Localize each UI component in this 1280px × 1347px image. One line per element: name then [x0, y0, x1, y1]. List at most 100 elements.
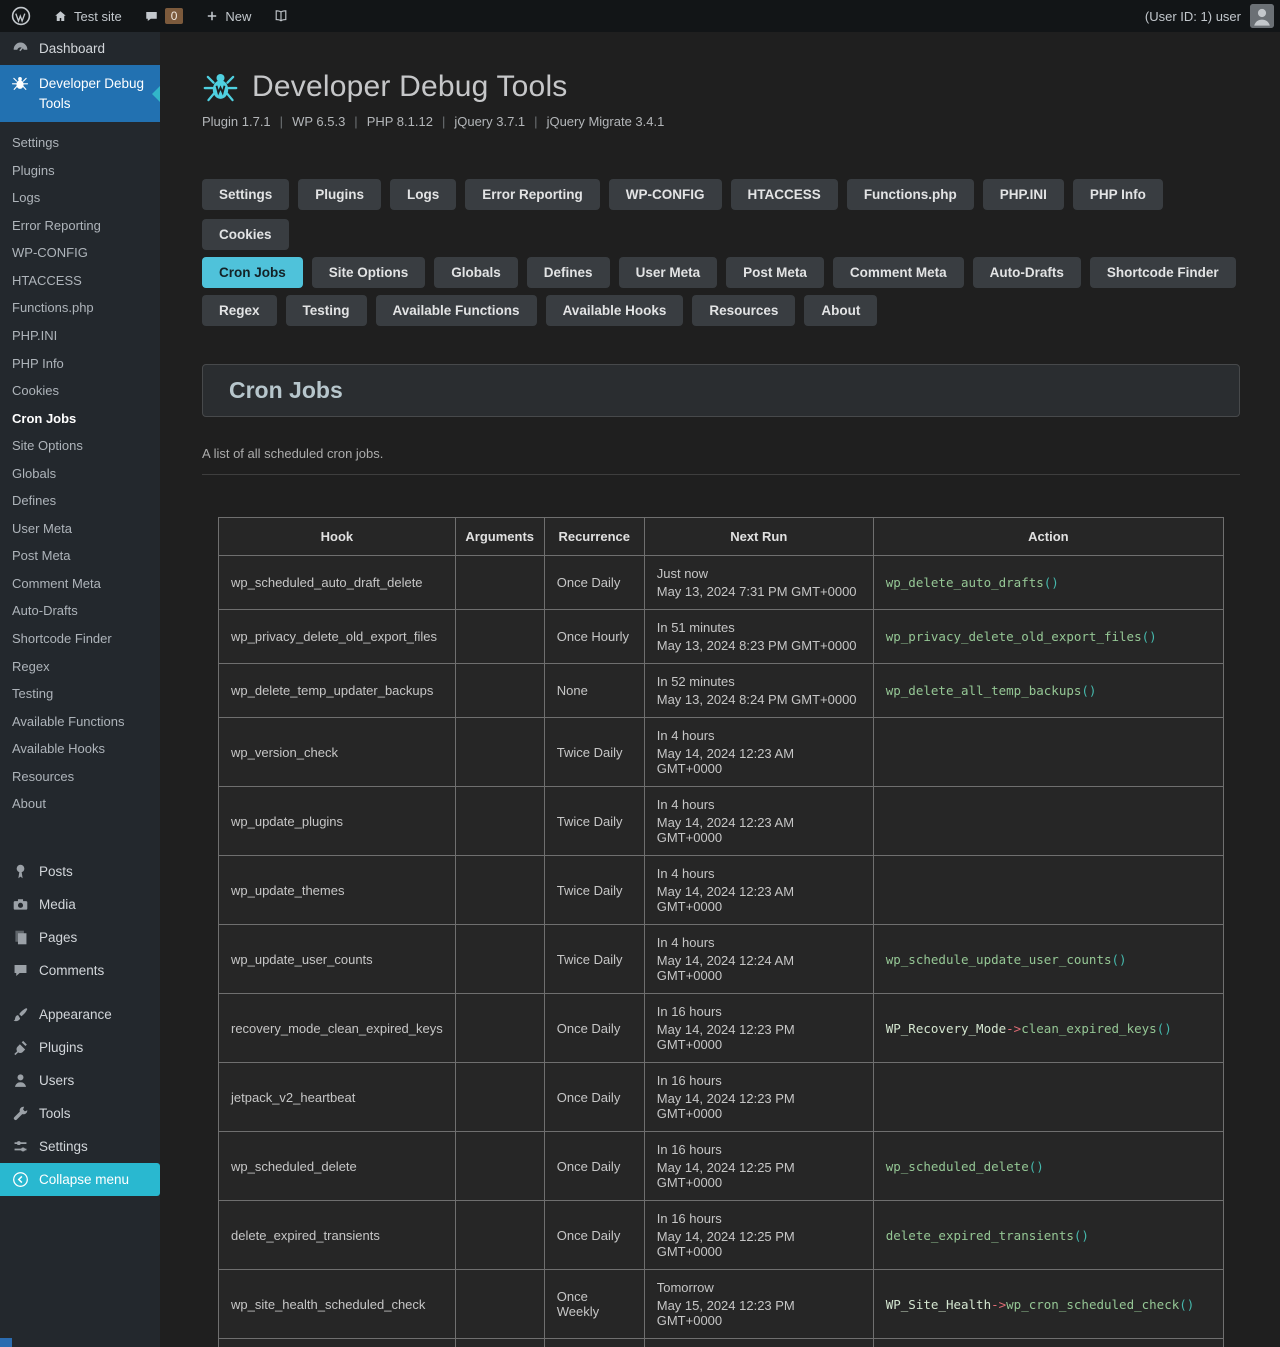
sidebar-subitem-htaccess[interactable]: HTACCESS	[0, 267, 160, 295]
next-run-line: May 14, 2024 12:25 PM GMT+0000	[656, 1160, 795, 1190]
tab-logs[interactable]: Logs	[390, 179, 457, 210]
tab-functions-php[interactable]: Functions.php	[846, 179, 974, 210]
site-name-link[interactable]: Test site	[42, 0, 133, 32]
tab-wp-config[interactable]: WP-CONFIG	[608, 179, 722, 210]
main-menu: Posts Media Pages Comments Appearance Plugins…	[0, 855, 160, 1163]
comment-icon	[10, 962, 30, 979]
cron-table-wrap: Hook Arguments Recurrence Next Run Action wp…	[218, 517, 1225, 1347]
tab-comment-meta[interactable]: Comment Meta	[832, 257, 964, 288]
tab-available-functions[interactable]: Available Functions	[375, 295, 537, 326]
sidebar-subitem-cookies[interactable]: Cookies	[0, 377, 160, 405]
tab-settings[interactable]: Settings	[202, 179, 290, 210]
hook-cell: jetpack_v2_heartbeat	[218, 1062, 456, 1132]
arguments-cell	[454, 1338, 545, 1347]
collapse-menu-button[interactable]: Collapse menu	[0, 1162, 160, 1196]
sidebar-subitem-shortcode-finder[interactable]: Shortcode Finder	[0, 625, 160, 653]
tab-php-info[interactable]: PHP Info	[1072, 179, 1163, 210]
sidebar-subitem-regex[interactable]: Regex	[0, 653, 160, 681]
sidebar-subitem-functions-php[interactable]: Functions.php	[0, 294, 160, 322]
tab-cookies[interactable]: Cookies	[202, 219, 289, 250]
pin-icon	[10, 863, 30, 880]
tab-resources[interactable]: Resources	[692, 295, 796, 326]
tab-php-ini[interactable]: PHP.INI	[982, 179, 1064, 210]
plugin-icon	[10, 1039, 30, 1056]
wordpress-logo-icon[interactable]	[0, 0, 42, 32]
book-icon	[273, 8, 289, 24]
comments-link[interactable]: 0	[133, 0, 195, 32]
table-row: wp_privacy_delete_old_export_files Once H…	[218, 609, 1225, 664]
sidebar-subitem-available-hooks[interactable]: Available Hooks	[0, 735, 160, 763]
sidebar-item-developer-debug-tools[interactable]: Developer Debug Tools	[0, 65, 160, 123]
tab-auto-drafts[interactable]: Auto-Drafts	[972, 257, 1081, 288]
arguments-cell	[454, 1062, 545, 1132]
sidebar-item-comments[interactable]: Comments	[0, 954, 160, 987]
sidebar-subitem-error-reporting[interactable]: Error Reporting	[0, 212, 160, 240]
sidebar-subitem-available-functions[interactable]: Available Functions	[0, 708, 160, 736]
user-account-label[interactable]: (User ID: 1) user	[1145, 9, 1241, 24]
sidebar-item-dashboard[interactable]: Dashboard	[0, 32, 160, 65]
avatar[interactable]	[1250, 4, 1274, 28]
sidebar-subitem-testing[interactable]: Testing	[0, 680, 160, 708]
tab-testing[interactable]: Testing	[285, 295, 367, 326]
dashboard-icon	[10, 40, 30, 57]
sidebar-item-tools[interactable]: Tools	[0, 1097, 160, 1130]
sidebar-item-label: Posts	[39, 863, 73, 879]
tab-shortcode-finder[interactable]: Shortcode Finder	[1089, 257, 1236, 288]
meta-item: Plugin 1.7.1	[202, 114, 271, 129]
sidebar-subitem-comment-meta[interactable]: Comment Meta	[0, 570, 160, 598]
new-content-link[interactable]: New	[194, 0, 262, 32]
sidebar-subitem-auto-drafts[interactable]: Auto-Drafts	[0, 597, 160, 625]
tab-post-meta[interactable]: Post Meta	[726, 257, 824, 288]
tab-globals[interactable]: Globals	[434, 257, 518, 288]
sidebar-item-users[interactable]: Users	[0, 1064, 160, 1097]
tab-site-options[interactable]: Site Options	[311, 257, 426, 288]
sidebar-subitem-user-meta[interactable]: User Meta	[0, 515, 160, 543]
sidebar-subitem-plugins[interactable]: Plugins	[0, 157, 160, 185]
recurrence-cell: Once Daily	[543, 555, 645, 610]
sidebar-subitem-php-ini[interactable]: PHP.INI	[0, 322, 160, 350]
code-segment-fn: wp_delete_auto_drafts	[885, 575, 1044, 590]
next-run-line: Tomorrow	[656, 1280, 714, 1295]
tab-cron-jobs[interactable]: Cron Jobs	[202, 257, 303, 288]
sidebar-subitem-about[interactable]: About	[0, 790, 160, 818]
tab-defines[interactable]: Defines	[526, 257, 610, 288]
sidebar-item-appearance[interactable]: Appearance	[0, 998, 160, 1031]
sidebar-item-media[interactable]: Media	[0, 888, 160, 921]
code-segment-fn: delete_expired_transients	[885, 1227, 1074, 1243]
sidebar-subitem-cron-jobs[interactable]: Cron Jobs	[0, 405, 160, 433]
tab-error-reporting[interactable]: Error Reporting	[465, 179, 600, 210]
next-run-line: May 14, 2024 12:23 AM GMT+0000	[656, 815, 795, 845]
sidebar-subitem-wp-config[interactable]: WP-CONFIG	[0, 239, 160, 267]
tab-plugins[interactable]: Plugins	[298, 179, 382, 210]
column-header-arguments: Arguments	[454, 517, 545, 556]
hook-cell: wp_site_health_scheduled_check	[218, 1269, 456, 1339]
sidebar-subitem-settings[interactable]: Settings	[0, 129, 160, 157]
sidebar-subitem-php-info[interactable]: PHP Info	[0, 350, 160, 378]
next-run-cell: Just now May 13, 2024 7:31 PM GMT+0000	[643, 555, 874, 610]
action-cell: WP_Site_Health->wp_cron_scheduled_check(…	[872, 1269, 1225, 1339]
meta-separator: |	[534, 114, 538, 129]
sidebar-subitem-logs[interactable]: Logs	[0, 184, 160, 212]
sidebar-subitem-resources[interactable]: Resources	[0, 763, 160, 791]
sidebar-subitem-defines[interactable]: Defines	[0, 487, 160, 515]
tab-regex[interactable]: Regex	[202, 295, 277, 326]
tab-user-meta[interactable]: User Meta	[618, 257, 718, 288]
sidebar-subitem-post-meta[interactable]: Post Meta	[0, 542, 160, 570]
code-segment-fn: clean_expired_keys	[1021, 1020, 1157, 1036]
sidebar-item-pages[interactable]: Pages	[0, 921, 160, 954]
sidebar-subitem-site-options[interactable]: Site Options	[0, 432, 160, 460]
next-run-cell: In 16 hours May 14, 2024 12:25 PM GMT+000…	[643, 1131, 874, 1201]
meta-separator: |	[279, 114, 284, 129]
sidebar-item-posts[interactable]: Posts	[0, 855, 160, 888]
column-header-next-run: Next Run	[643, 517, 874, 556]
sidebar-subitem-globals[interactable]: Globals	[0, 460, 160, 488]
book-icon-link[interactable]	[262, 0, 300, 32]
sidebar-item-plugins[interactable]: Plugins	[0, 1031, 160, 1064]
sidebar-item-label: Dashboard	[39, 41, 106, 56]
tab-available-hooks[interactable]: Available Hooks	[545, 295, 684, 326]
home-icon	[53, 9, 68, 24]
sidebar-item-settings[interactable]: Settings	[0, 1130, 160, 1163]
tab-about[interactable]: About	[804, 295, 878, 326]
tab-htaccess[interactable]: HTACCESS	[730, 179, 838, 210]
main-content: Developer Debug Tools Plugin 1.7.1 | WP 6.…	[160, 32, 1280, 1347]
